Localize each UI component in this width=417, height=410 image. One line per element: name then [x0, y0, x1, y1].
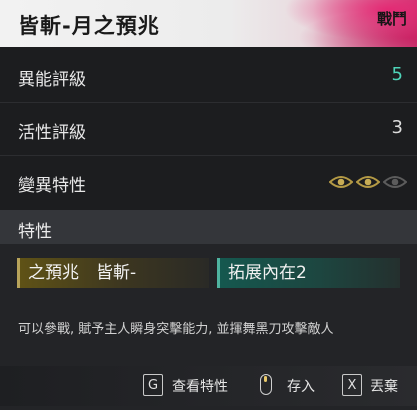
store-button[interactable]: 存入	[287, 376, 315, 396]
section-title: 特性	[18, 222, 52, 242]
trait-chip-expand-inner[interactable]: 拓展內在2	[217, 258, 400, 288]
eye-icon-active	[356, 176, 380, 188]
stat-value: 3	[391, 117, 403, 138]
traits-section-header: 特性	[0, 210, 417, 244]
stat-label: 異能評級	[18, 70, 86, 90]
stat-row-activity-rating: 活性評級 3	[0, 103, 417, 156]
discard-button[interactable]: 丟棄	[370, 376, 398, 396]
stat-value: 5	[391, 64, 403, 85]
stat-label: 變異特性	[18, 176, 86, 196]
trait-chip-omen[interactable]: 之預兆 皆斬-	[17, 258, 209, 288]
key-x-icon[interactable]: X	[342, 374, 362, 396]
eye-icon-inactive	[383, 176, 407, 188]
trait-description: 可以參戰, 賦予主人瞬身突擊能力, 並揮舞黑刀攻擊敵人	[18, 322, 334, 337]
item-title: 皆斬-月之預兆	[18, 14, 160, 38]
mutation-eye-indicator	[329, 175, 407, 189]
category-tag: 戰鬥	[376, 10, 407, 28]
stat-row-mutation-traits: 變異特性	[0, 156, 417, 208]
stat-label: 活性評級	[18, 123, 86, 143]
stat-row-ability-rating: 異能評級 5	[0, 50, 417, 103]
inspect-traits-button[interactable]: 查看特性	[172, 376, 228, 396]
mouse-icon[interactable]	[260, 374, 272, 395]
action-bar: G 查看特性 存入 X 丟棄	[0, 366, 417, 406]
eye-icon-active	[329, 176, 353, 188]
title-bar: 皆斬-月之預兆 戰鬥	[0, 0, 417, 47]
key-g-icon[interactable]: G	[143, 374, 163, 396]
